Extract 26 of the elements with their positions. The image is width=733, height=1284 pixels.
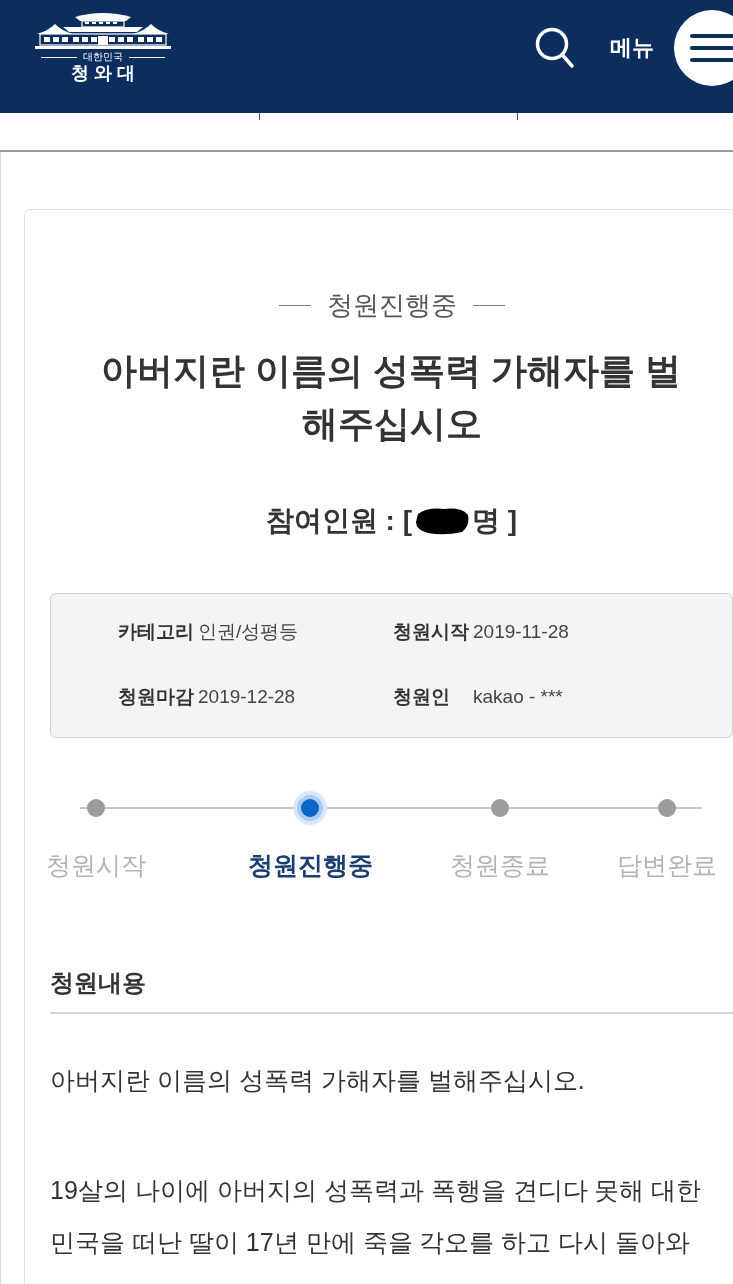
menu-label[interactable]: 메뉴 xyxy=(610,34,654,62)
detail-value: 인권/성평등 xyxy=(198,619,299,644)
participants-label: 참여인원 : [ xyxy=(265,504,413,538)
menu-icon xyxy=(690,34,733,62)
detail-value: 2019-12-28 xyxy=(198,684,296,709)
content-paragraph: 19살의 나이에 아버지의 성폭력과 폭행을 견디다 못해 대한민국을 떠난 딸이 17년 만에 죽을 각오를 하고 다시 돌아와 xyxy=(50,1175,703,1258)
detail-label: 카테고리 xyxy=(118,619,195,644)
logo-subtitle: 대한민국 xyxy=(83,51,123,63)
petition-title: 아버지란 이름의 성폭력 가해자를 벌해주십시오 xyxy=(100,349,683,446)
search-icon[interactable] xyxy=(535,27,575,69)
detail-label: 청원인 xyxy=(393,684,451,709)
detail-value: kakao - *** xyxy=(473,684,563,709)
detail-value: 2019-11-28 xyxy=(473,619,569,644)
detail-label: 청원시작 xyxy=(393,619,470,644)
participants-unit: 명 ] xyxy=(472,504,518,538)
menu-button[interactable] xyxy=(674,10,733,86)
content-paragraph: 아버지란 이름의 성폭력 가해자를 벌해주십시오. xyxy=(50,1065,586,1096)
petition-status: 청원진행중 xyxy=(326,289,457,322)
content-heading: 청원내용 xyxy=(50,968,147,998)
building-icon xyxy=(35,10,171,50)
logo-title: 청 와 대 xyxy=(71,63,135,83)
step-label: 답변완료 xyxy=(617,850,718,881)
step-label: 청원시작 xyxy=(45,850,146,881)
detail-label: 청원마감 xyxy=(118,684,195,709)
step-label: 청원종료 xyxy=(449,850,550,881)
step-label: 청원진행중 xyxy=(247,850,373,881)
